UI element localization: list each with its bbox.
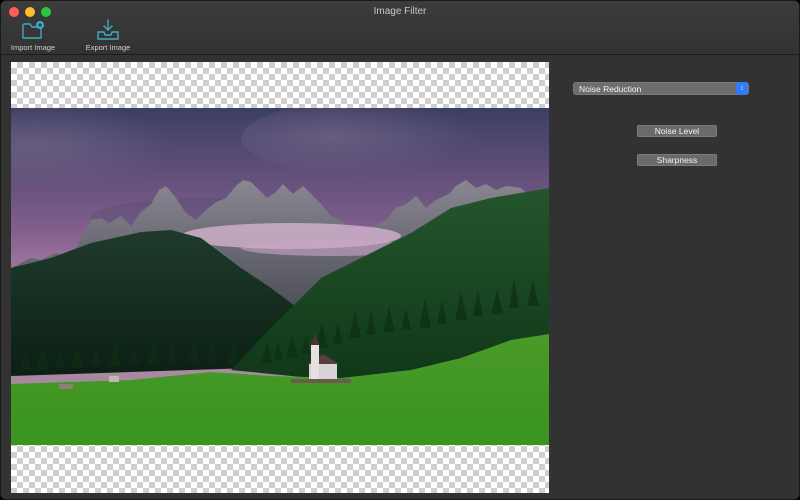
sharpness-button[interactable]: Sharpness [637,154,717,166]
tray-download-icon [97,19,119,40]
titlebar: Image Filter Import Image Export Image [1,1,799,55]
window-title: Image Filter [373,6,427,17]
mountain-landscape-image [11,108,549,445]
import-image-label: Import Image [10,43,56,52]
app-window: Image Filter Import Image Export Image N… [0,0,800,500]
filter-select-value: Noise Reduction [579,84,642,94]
filter-select[interactable]: Noise Reduction ↕ [573,82,749,95]
chevron-updown-icon: ↕ [736,82,748,95]
export-image-label: Export Image [85,43,131,52]
export-image-button[interactable]: Export Image [85,19,131,52]
image-canvas [11,62,549,493]
import-image-button[interactable]: Import Image [10,19,56,52]
folder-add-icon [22,21,44,39]
noise-level-button[interactable]: Noise Level [637,125,717,137]
